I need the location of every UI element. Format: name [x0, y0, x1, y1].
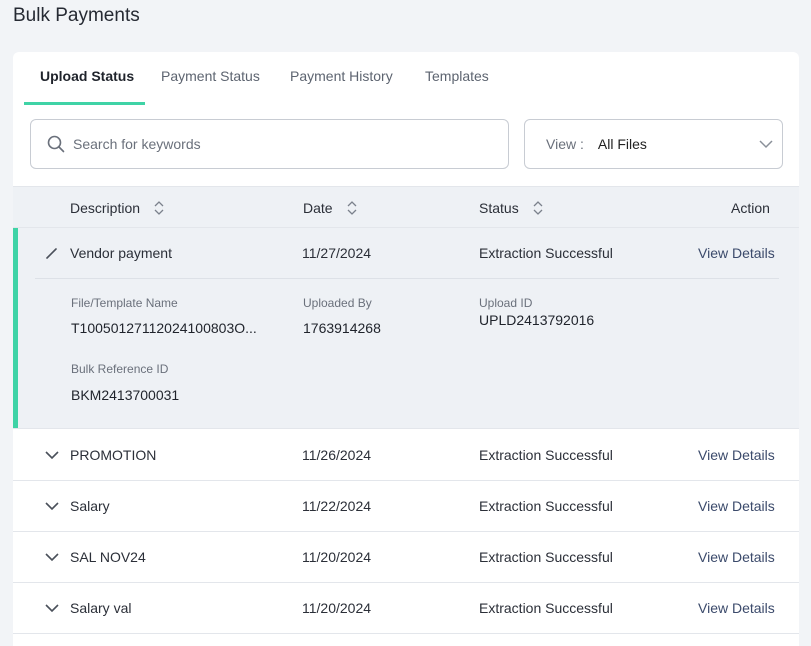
view-selected-value: All Files: [597, 136, 647, 152]
view-details-link[interactable]: View Details: [698, 549, 775, 565]
chevron-down-icon[interactable]: [45, 501, 59, 511]
bulk-payments-card: Upload Status Payment Status Payment His…: [13, 52, 799, 646]
sort-icon[interactable]: [347, 201, 357, 215]
column-label-status: Status: [479, 200, 519, 216]
bulk-reference-id-value: BKM2413700031: [71, 387, 180, 403]
row-date: 11/22/2024: [302, 498, 372, 514]
row-description: Salary: [70, 498, 110, 514]
row-date: 11/27/2024: [302, 245, 372, 261]
column-header-action: Action: [731, 200, 770, 216]
row-date: 11/20/2024: [302, 600, 372, 616]
chevron-down-icon: [759, 140, 773, 149]
row-description: SAL NOV24: [70, 549, 146, 565]
row-status: Extraction Successful: [479, 549, 613, 565]
uploaded-by-label: Uploaded By: [303, 296, 372, 310]
collapse-icon[interactable]: [44, 246, 60, 262]
search-input[interactable]: [73, 136, 473, 152]
row-description: PROMOTION: [70, 447, 157, 463]
view-details-link[interactable]: View Details: [698, 600, 775, 616]
search-icon: [47, 135, 65, 153]
row-status: Extraction Successful: [479, 498, 613, 514]
divider: [35, 278, 779, 279]
selected-row-indicator: [13, 228, 18, 428]
view-details-link[interactable]: View Details: [698, 447, 775, 463]
search-field[interactable]: [30, 119, 509, 169]
tab-payment-history[interactable]: Payment History: [290, 68, 393, 106]
column-header-date[interactable]: Date: [303, 200, 357, 216]
row-date: 11/20/2024: [302, 549, 372, 565]
table-row[interactable]: Salary val 11/20/2024 Extraction Success…: [13, 583, 799, 634]
view-filter-select[interactable]: View : All Files: [524, 119, 783, 169]
row-status: Extraction Successful: [479, 245, 613, 261]
row-status: Extraction Successful: [479, 600, 613, 616]
chevron-down-icon[interactable]: [45, 450, 59, 460]
view-label: View :: [546, 136, 584, 152]
table-row[interactable]: Salary 11/22/2024 Extraction Successful …: [13, 481, 799, 532]
tab-upload-status[interactable]: Upload Status: [40, 68, 134, 106]
tab-templates[interactable]: Templates: [425, 68, 489, 106]
tab-bar: Upload Status Payment Status Payment His…: [13, 52, 799, 106]
column-label-date: Date: [303, 200, 333, 216]
table-row[interactable]: PROMOTION 11/26/2024 Extraction Successf…: [13, 430, 799, 481]
table-row[interactable]: SAL NOV24 11/20/2024 Extraction Successf…: [13, 532, 799, 583]
column-label-description: Description: [70, 200, 141, 216]
expanded-table-row[interactable]: Vendor payment 11/27/2024 Extraction Suc…: [13, 228, 799, 429]
file-template-name-label: File/Template Name: [71, 296, 178, 310]
upload-id-label: Upload ID: [479, 296, 533, 310]
row-description: Salary val: [70, 600, 132, 616]
sort-icon[interactable]: [533, 201, 543, 215]
uploaded-by-value: 1763914268: [303, 320, 381, 336]
file-template-name-value: T10050127112024100803O...: [71, 320, 257, 336]
row-status: Extraction Successful: [479, 447, 613, 463]
row-date: 11/26/2024: [302, 447, 372, 463]
column-header-description[interactable]: Description: [70, 200, 164, 216]
view-details-link[interactable]: View Details: [698, 498, 775, 514]
upload-id-value: UPLD2413792016: [479, 312, 595, 328]
bulk-reference-id-label: Bulk Reference ID: [71, 362, 169, 376]
page-title: Bulk Payments: [13, 5, 140, 26]
table-header: Description Date Status Action: [13, 186, 799, 228]
tab-payment-status[interactable]: Payment Status: [161, 68, 260, 106]
sort-icon[interactable]: [154, 201, 164, 215]
column-header-status[interactable]: Status: [479, 200, 543, 216]
view-details-link[interactable]: View Details: [698, 245, 775, 261]
active-tab-indicator: [24, 102, 145, 105]
chevron-down-icon[interactable]: [45, 552, 59, 562]
chevron-down-icon[interactable]: [45, 603, 59, 613]
row-description: Vendor payment: [70, 245, 172, 261]
